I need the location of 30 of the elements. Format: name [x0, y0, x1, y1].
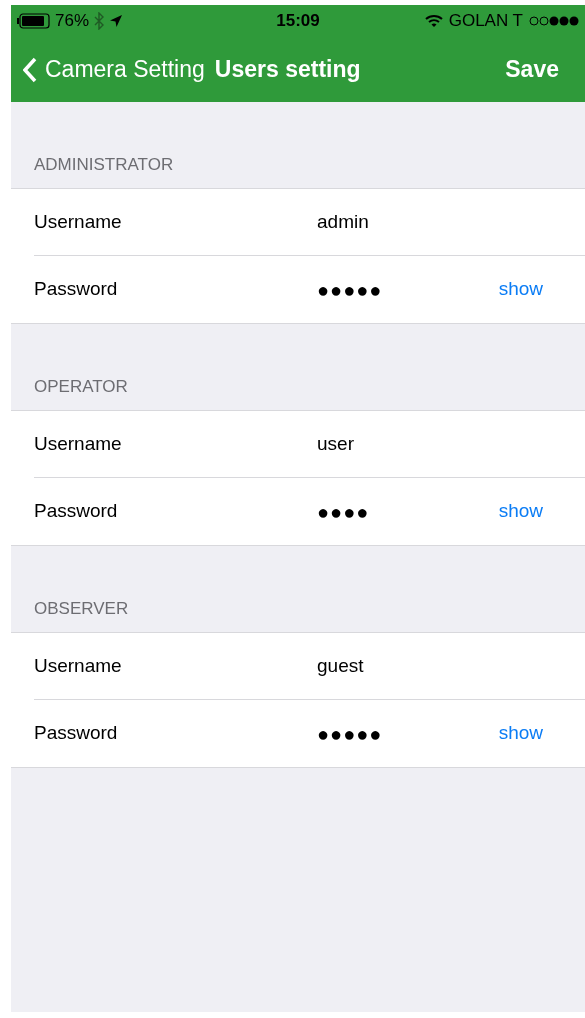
- field-label: Username: [34, 653, 123, 678]
- wifi-icon: [424, 14, 443, 28]
- carrier-name: GOLAN T: [448, 10, 523, 33]
- show-link[interactable]: show: [498, 275, 543, 304]
- section-header: OPERATOR: [34, 375, 128, 398]
- field-label: Username: [34, 431, 123, 456]
- password-value: ●●●●●: [317, 277, 383, 303]
- show-link[interactable]: show: [498, 497, 543, 526]
- battery-percent: 76%: [55, 10, 90, 33]
- field-label: Password: [34, 721, 119, 746]
- section-header: ADMINISTRATOR: [34, 153, 174, 176]
- section-header: OBSERVER: [34, 597, 129, 620]
- username-value: guest: [317, 653, 364, 678]
- signal-icon: [529, 16, 579, 26]
- back-button[interactable]: Camera Setting: [23, 52, 205, 87]
- screen-title: Users setting: [214, 55, 361, 85]
- status-time: 15:09: [276, 10, 320, 33]
- field-label: Password: [34, 277, 119, 302]
- battery-icon: [17, 13, 51, 29]
- chevron-left-icon: [23, 56, 37, 83]
- password-value: ●●●●●: [317, 721, 383, 747]
- username-value: user: [317, 431, 354, 456]
- field-label: Password: [34, 499, 119, 524]
- password-value: ●●●●: [317, 499, 370, 525]
- save-button[interactable]: Save: [505, 52, 559, 87]
- username-value: admin: [317, 209, 369, 234]
- show-link[interactable]: show: [498, 719, 543, 748]
- field-label: Username: [34, 209, 123, 234]
- bluetooth-icon: [93, 12, 106, 30]
- location-arrow-icon: [109, 14, 124, 28]
